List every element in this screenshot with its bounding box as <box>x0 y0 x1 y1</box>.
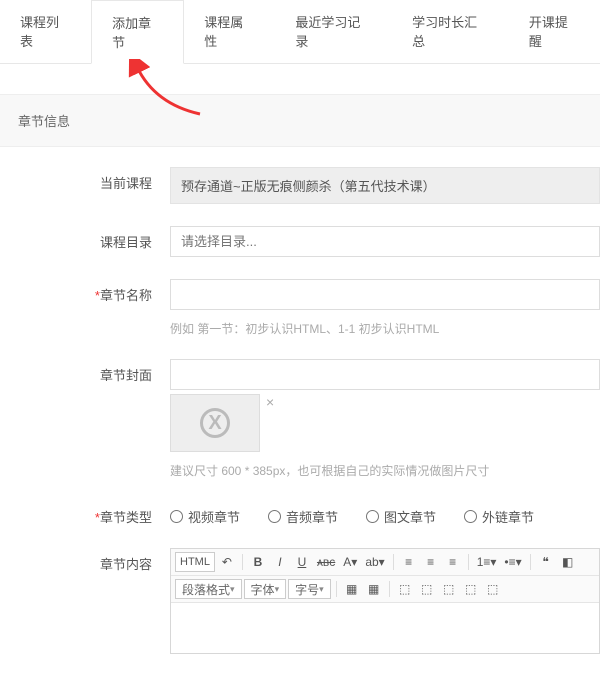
cover-thumbnail[interactable]: X <box>170 394 260 452</box>
editor-align-center-icon[interactable]: ≡ <box>421 552 441 572</box>
chapter-name-hint: 例如 第一节：初步认识HTML、1-1 初步认识HTML <box>170 320 600 337</box>
chapter-cover-input[interactable] <box>170 359 600 390</box>
editor-html-button[interactable]: HTML <box>175 552 215 572</box>
label-chapter-cover: 章节封面 <box>20 359 170 384</box>
current-course-value: 预存通道~正版无痕侧颜杀（第五代技术课） <box>170 167 600 204</box>
label-chapter-content: 章节内容 <box>20 548 170 573</box>
radio-external-chapter[interactable]: 外链章节 <box>464 507 534 526</box>
tab-add-chapter[interactable]: 添加章节 <box>91 0 184 64</box>
label-chapter-name-text: 章节名称 <box>100 288 152 303</box>
editor-insert-row-before-icon[interactable]: ⬚ <box>395 579 415 599</box>
editor-toolbar-row2: 段落格式 字体 字号 ▦ ▦ ⬚ ⬚ ⬚ ⬚ ⬚ <box>171 576 599 603</box>
editor-align-left-icon[interactable]: ≡ <box>399 552 419 572</box>
chapter-name-input[interactable] <box>170 279 600 310</box>
radio-video-chapter[interactable]: 视频章节 <box>170 507 240 526</box>
editor-strike-icon[interactable]: ᴀʙᴄ <box>314 552 338 572</box>
editor-insert-col-before-icon[interactable]: ⬚ <box>461 579 481 599</box>
label-chapter-name: *章节名称 <box>20 279 170 304</box>
editor-code-icon[interactable]: ◧ <box>558 552 578 572</box>
tab-course-list[interactable]: 课程列表 <box>0 0 91 63</box>
radio-audio-chapter[interactable]: 音频章节 <box>268 507 338 526</box>
tab-open-reminder[interactable]: 开课提醒 <box>509 0 600 63</box>
editor-insert-col-after-icon[interactable]: ⬚ <box>483 579 503 599</box>
label-chapter-type-text: 章节类型 <box>100 510 152 525</box>
label-chapter-type: *章节类型 <box>20 501 170 526</box>
editor-table-icon[interactable]: ▦ <box>342 579 362 599</box>
editor-bold-icon[interactable]: B <box>248 552 268 572</box>
editor-underline-icon[interactable]: U <box>292 552 312 572</box>
section-header: 章节信息 <box>0 94 600 147</box>
course-dir-input[interactable] <box>170 226 600 257</box>
editor-undo-icon[interactable]: ↶ <box>217 552 237 572</box>
tab-study-duration[interactable]: 学习时长汇总 <box>392 0 509 63</box>
tab-bar: 课程列表 添加章节 课程属性 最近学习记录 学习时长汇总 开课提醒 <box>0 0 600 64</box>
label-course-dir: 课程目录 <box>20 226 170 251</box>
cover-remove-icon[interactable]: × <box>266 394 274 410</box>
editor-delete-row-icon[interactable]: ⬚ <box>439 579 459 599</box>
editor-ul-icon[interactable]: •≡▾ <box>501 552 524 572</box>
editor-para-format-select[interactable]: 段落格式 <box>175 579 242 599</box>
editor-insert-row-after-icon[interactable]: ⬚ <box>417 579 437 599</box>
editor-quote-icon[interactable]: ❝ <box>536 552 556 572</box>
editor-table-delete-icon[interactable]: ▦ <box>364 579 384 599</box>
editor-toolbar-row1: HTML ↶ B I U ᴀʙᴄ A▾ ab▾ ≡ ≡ ≡ 1≡▾ •≡▾ <box>171 549 599 576</box>
tab-recent-study[interactable]: 最近学习记录 <box>275 0 392 63</box>
placeholder-x-icon: X <box>200 408 230 438</box>
editor-ol-icon[interactable]: 1≡▾ <box>474 552 500 572</box>
label-current-course: 当前课程 <box>20 167 170 192</box>
cover-hint: 建议尺寸 600 * 385px，也可根据自己的实际情况做图片尺寸 <box>170 462 600 479</box>
editor-align-right-icon[interactable]: ≡ <box>443 552 463 572</box>
tab-course-props[interactable]: 课程属性 <box>184 0 275 63</box>
editor-backcolor-icon[interactable]: ab▾ <box>362 552 387 572</box>
form-area: 当前课程 预存通道~正版无痕侧颜杀（第五代技术课） 课程目录 *章节名称 例如 … <box>0 147 600 696</box>
editor-fontcolor-icon[interactable]: A▾ <box>340 552 360 572</box>
rich-text-editor: HTML ↶ B I U ᴀʙᴄ A▾ ab▾ ≡ ≡ ≡ 1≡▾ •≡▾ <box>170 548 600 654</box>
radio-imagetext-chapter[interactable]: 图文章节 <box>366 507 436 526</box>
editor-font-family-select[interactable]: 字体 <box>244 579 287 599</box>
editor-italic-icon[interactable]: I <box>270 552 290 572</box>
editor-content-area[interactable] <box>171 603 599 653</box>
editor-font-size-select[interactable]: 字号 <box>288 579 331 599</box>
